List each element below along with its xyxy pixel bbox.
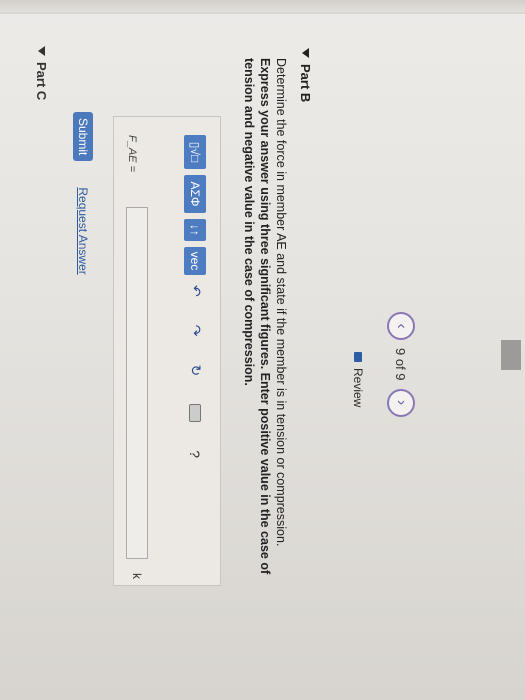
answer-input[interactable] bbox=[126, 207, 148, 559]
math-toolbar: ▯√□ ΑΣΦ ↓↑ vec bbox=[184, 135, 206, 275]
prompt-line-3: tension and negative value in the case o… bbox=[242, 58, 256, 386]
scrollbar[interactable] bbox=[0, 0, 525, 370]
arrows-button[interactable]: ↓↑ bbox=[184, 219, 206, 241]
answer-box: ▯√□ ΑΣΦ ↓↑ vec ↶ ↷ ↻ ? F_AE = k bbox=[113, 116, 221, 586]
keyboard-icon[interactable] bbox=[189, 404, 202, 423]
expand-triangle-icon bbox=[302, 48, 309, 58]
prompt-line-2: Express your answer using three signific… bbox=[258, 58, 272, 575]
rotated-content: ‹ 9 of 9 › Review Part B Determine the f… bbox=[0, 0, 525, 700]
question-navigation: ‹ 9 of 9 › bbox=[387, 312, 415, 417]
answer-label: F_AE = bbox=[126, 135, 138, 172]
chevron-left-icon: ‹ bbox=[393, 323, 410, 329]
reset-icon[interactable]: ↻ bbox=[187, 364, 204, 376]
review-link[interactable]: Review bbox=[351, 352, 365, 407]
undo-icon[interactable]: ↶ bbox=[187, 285, 204, 297]
part-c-header[interactable]: Part C bbox=[34, 46, 49, 100]
question-prompt: Determine the force in member AE and sta… bbox=[241, 58, 289, 578]
review-label: Review bbox=[351, 368, 365, 408]
greek-button[interactable]: ΑΣΦ bbox=[184, 175, 206, 213]
part-b-title: Part B bbox=[298, 64, 313, 103]
redo-icon[interactable]: ↷ bbox=[187, 325, 204, 337]
review-icon bbox=[354, 352, 362, 362]
request-answer-link[interactable]: Request Answer bbox=[76, 187, 90, 274]
answer-unit: k bbox=[130, 573, 144, 579]
question-position: 9 of 9 bbox=[393, 348, 409, 381]
page: ‹ 9 of 9 › Review Part B Determine the f… bbox=[0, 0, 525, 700]
answer-actions: Submit Request Answer bbox=[73, 112, 93, 275]
prev-button[interactable]: ‹ bbox=[387, 312, 415, 340]
submit-button[interactable]: Submit bbox=[73, 112, 93, 162]
chevron-right-icon: › bbox=[393, 399, 410, 406]
help-icon[interactable]: ? bbox=[188, 450, 204, 458]
expand-triangle-icon bbox=[38, 46, 45, 56]
scrollbar-thumb[interactable] bbox=[501, 340, 521, 370]
editor-tools: ↶ ↷ ↻ ? bbox=[187, 285, 205, 458]
prompt-line-1: Determine the force in member AE and sta… bbox=[274, 58, 288, 547]
part-c-title: Part C bbox=[34, 62, 49, 101]
next-button[interactable]: › bbox=[387, 388, 415, 417]
template-button[interactable]: ▯√□ bbox=[184, 135, 206, 169]
vec-button[interactable]: vec bbox=[184, 247, 206, 275]
part-b-header[interactable]: Part B bbox=[298, 48, 313, 102]
